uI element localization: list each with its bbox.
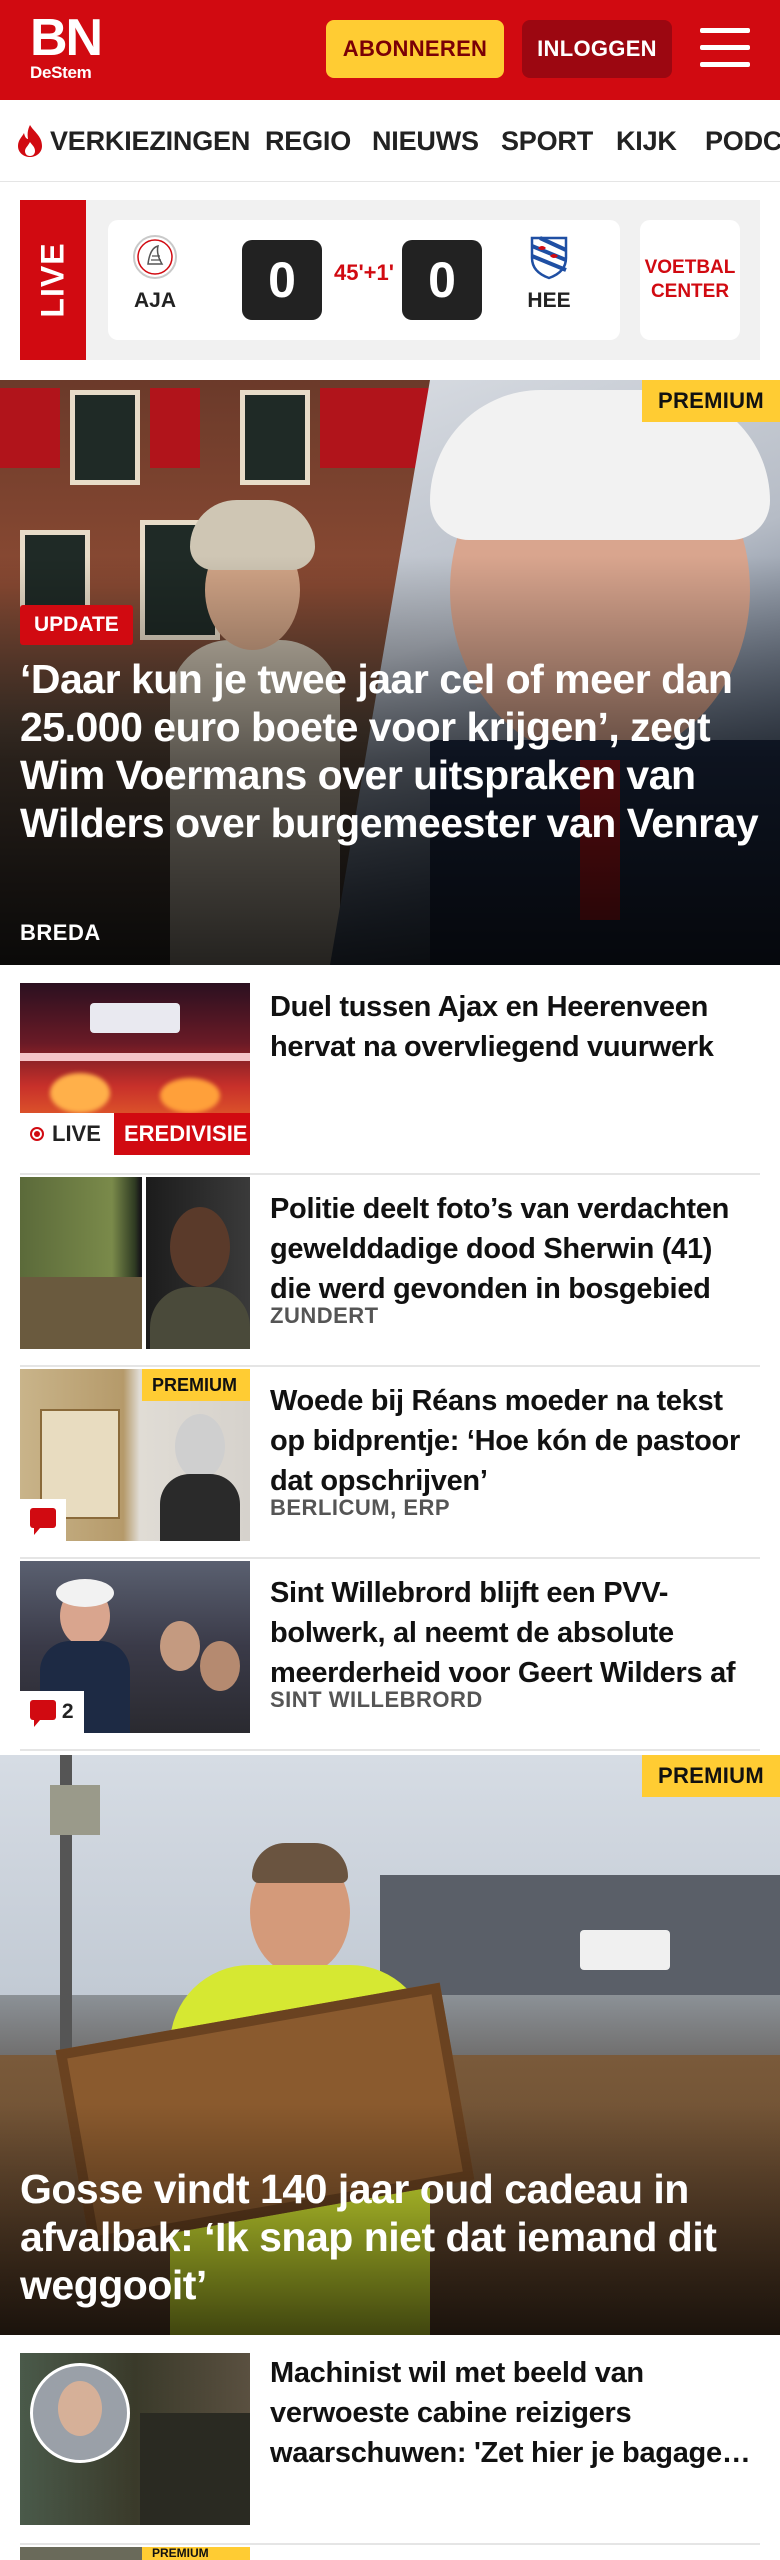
article-thumbnail [20,2353,250,2525]
voetbal-center-label-2: CENTER [650,281,730,302]
live-score-bar: LIVE AJA 0 45'+1' 0 HEE VOETBAL CENTER [20,200,760,360]
subscribe-button[interactable]: ABONNEREN [326,20,504,78]
list-item[interactable]: 2 Sint Willebrord blijft een PVV-bolwerk… [20,1559,760,1751]
update-badge: UPDATE [20,605,133,645]
flame-icon [18,125,42,157]
list-item[interactable]: PREMIUM Woede bij Réans moeder na tekst … [20,1367,760,1559]
hero-article[interactable]: PREMIUM UPDATE ‘Daar kun je twee jaar ce… [0,380,780,965]
article-thumbnail [20,1177,250,1349]
article-location: ZUNDERT [270,1303,379,1328]
article-location: BERLICUM, ERP [270,1495,451,1520]
hamburger-menu-icon[interactable] [700,26,750,70]
premium-badge: PREMIUM [642,380,780,422]
live-dot-icon [30,1127,44,1141]
live-tab[interactable]: LIVE [20,200,86,360]
comment-badge [20,1499,66,1541]
article-title[interactable]: Machinist wil met beeld van verwoeste ca… [270,2353,760,2473]
category-label: EREDIVISIE [114,1113,250,1155]
comment-icon [30,1700,56,1728]
heerenveen-crest-icon [530,236,568,280]
nav-item-sport[interactable]: SPORT [501,100,593,181]
comment-icon [30,1508,56,1536]
login-button[interactable]: INLOGGEN [522,20,672,78]
article-title[interactable]: Woede bij Réans moeder na tekst op bidpr… [270,1381,760,1501]
home-team: AJA [120,234,190,313]
match-minute: 45'+1' [333,260,395,285]
match-score-card[interactable]: AJA 0 45'+1' 0 HEE [108,220,620,340]
live-label-text: LIVE [52,1121,101,1146]
live-tab-label: LIVE [34,242,71,318]
nav-item-nieuws[interactable]: NIEUWS [372,100,479,181]
nav-item-regio[interactable]: REGIO [265,100,351,181]
logo-sub: DeStem [30,63,92,82]
away-team: HEE [514,234,584,313]
home-team-abbr: AJA [133,289,176,312]
article-title[interactable]: Duel tussen Ajax en Heerenveen hervat na… [270,987,760,1067]
site-header: BN DeStem ABONNEREN INLOGGEN [0,0,780,100]
hero-article-2[interactable]: PREMIUM Gosse vindt 140 jaar oud cadeau … [0,1755,780,2335]
list-item[interactable]: PREMIUM [20,2547,760,2560]
article-title[interactable]: Politie deelt foto’s van verdachten gewe… [270,1189,760,1309]
main-nav: VERKIEZINGEN REGIO NIEUWS SPORT KIJK POD… [0,100,780,182]
comment-badge: 2 [20,1691,84,1733]
list-item[interactable]: Machinist wil met beeld van verwoeste ca… [20,2353,760,2545]
logo-main: BN [30,9,103,67]
away-score: 0 [402,240,482,320]
site-logo[interactable]: BN DeStem [30,9,103,83]
ajax-crest-icon [133,235,177,279]
nav-item-kijk[interactable]: KIJK [616,100,677,181]
list-item[interactable]: Politie deelt foto’s van verdachten gewe… [20,1175,760,1367]
nav-item-verkiezingen[interactable]: VERKIEZINGEN [50,100,250,181]
article-location: SINT WILLEBRORD [270,1687,483,1712]
hero-title[interactable]: ‘Daar kun je twee jaar cel of meer dan 2… [20,655,760,847]
premium-badge: PREMIUM [142,2547,250,2560]
list-item[interactable]: LIVE EREDIVISIE Duel tussen Ajax en Heer… [20,983,760,1175]
hero2-title[interactable]: Gosse vindt 140 jaar oud cadeau in afval… [20,2165,760,2309]
voetbal-center-label-1: VOETBAL [644,257,736,278]
away-team-abbr: HEE [527,289,571,312]
hero-location: BREDA [20,920,101,945]
premium-badge: PREMIUM [642,1755,780,1797]
live-label: LIVE [20,1113,116,1155]
voetbal-center-button[interactable]: VOETBAL CENTER [640,220,740,340]
comment-count: 2 [61,1700,74,1723]
nav-item-podcasts[interactable]: PODCASTS [705,100,780,181]
article-title[interactable]: Sint Willebrord blijft een PVV-bolwerk, … [270,1573,760,1693]
premium-badge: PREMIUM [142,1369,250,1401]
home-score: 0 [242,240,322,320]
